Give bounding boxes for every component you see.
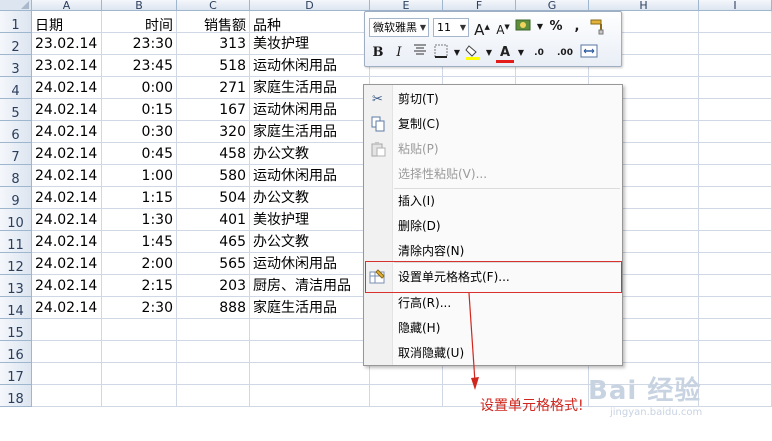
watermark-brand: Bai 经验	[588, 376, 702, 406]
annotation-callout: 设置单元格格式!	[480, 398, 584, 414]
watermark-url: jingyan.baidu.com	[610, 407, 703, 418]
